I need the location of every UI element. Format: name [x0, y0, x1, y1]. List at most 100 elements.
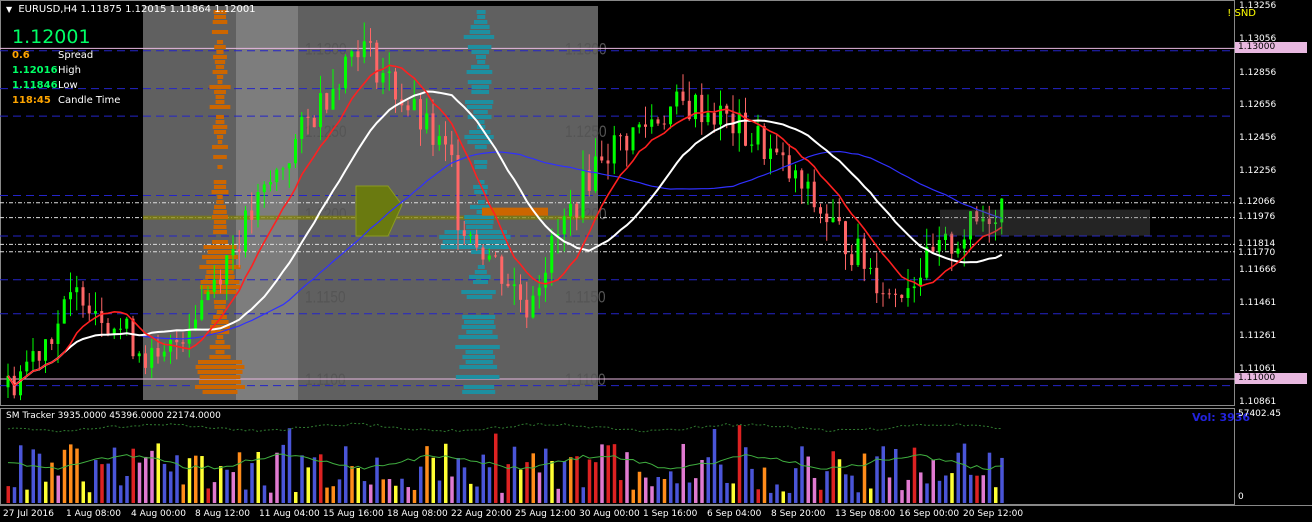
volume-bar [550, 461, 554, 503]
profile-bar-orange [215, 350, 225, 354]
profile-bar-teal [465, 350, 493, 354]
volume-bar [569, 457, 573, 503]
volume-indicator-pane[interactable]: SM Tracker 3935.0000 45396.0000 22174.00… [0, 408, 1312, 505]
candle-body [344, 56, 347, 89]
profile-bar-orange [211, 30, 229, 34]
profile-bar-orange [213, 230, 227, 234]
time-tick: 8 Sep 20:00 [771, 509, 826, 519]
candle-body [50, 339, 54, 344]
low-stat-value: 1.11846 [12, 80, 58, 91]
volume-canvas[interactable] [0, 408, 1312, 505]
profile-bar-teal [476, 10, 486, 14]
volume-bar [712, 429, 717, 503]
volume-bar [487, 467, 492, 503]
volume-bar [56, 475, 60, 503]
price-chart-canvas[interactable]: 1.1300 1.1250 1.1200 1.1150 1.1100 1.1300 1.12… [0, 0, 1312, 406]
spread-label: Spread [58, 50, 94, 61]
candle-body [462, 230, 466, 236]
time-tick: 1 Sep 16:00 [643, 509, 698, 519]
time-tick: 18 Aug 08:00 [387, 509, 448, 519]
time-tick: 22 Aug 20:00 [451, 509, 512, 519]
price-tick: 1.11666 [1239, 265, 1277, 275]
profile-bar-orange [199, 375, 241, 379]
volume-bar [212, 482, 217, 503]
candle-body [237, 249, 241, 252]
candle-body [144, 353, 147, 368]
candle-body [425, 113, 429, 130]
profile-bar-teal [455, 345, 500, 349]
profile-bar-teal [470, 25, 490, 29]
candle-body [569, 203, 572, 217]
high-stat-value: 1.12016 [12, 65, 58, 76]
candle-body [606, 160, 610, 164]
volume-bar [262, 485, 267, 503]
candle-body [306, 116, 310, 118]
collapse-triangle-icon[interactable]: ▼ [6, 5, 12, 14]
candle-body [706, 112, 710, 123]
profile-bar-teal [474, 145, 487, 149]
volume-bar [25, 489, 29, 503]
candle-body [662, 123, 666, 125]
candle-body [794, 170, 797, 179]
volume-bar [481, 454, 485, 503]
volume-bar [650, 486, 654, 503]
profile-bar-orange [209, 345, 231, 349]
profile-bar-orange [217, 140, 223, 144]
profile-bar-orange [197, 360, 243, 364]
candle-body [281, 168, 285, 170]
profile-bar-orange [212, 20, 228, 24]
volume-bar [606, 445, 610, 503]
volume-bar [237, 452, 242, 503]
profile-bar-orange [198, 380, 242, 384]
candle-body [669, 106, 672, 125]
volume-bar [725, 482, 729, 503]
candle-body [112, 328, 116, 334]
profile-bar-teal [465, 360, 493, 364]
volume-bar [312, 457, 317, 503]
volume-bar [219, 466, 223, 503]
candle-body [806, 181, 810, 189]
candle-body [94, 311, 97, 314]
profile-bar-teal [465, 100, 494, 104]
candle-body [562, 216, 566, 235]
volume-bar [50, 462, 54, 503]
candle-body [537, 287, 541, 296]
volume-bar [825, 471, 829, 503]
volume-bar [206, 488, 210, 503]
volume-bar [894, 448, 898, 503]
volume-bar [869, 488, 873, 503]
candle-body [331, 88, 335, 110]
volume-bar [394, 485, 398, 503]
candle-body [31, 351, 35, 362]
profile-bar-orange [213, 300, 227, 304]
price-axis[interactable]: 1.13256 1.13056 1.12856 1.12656 1.12456 … [1235, 0, 1312, 407]
volume-bar [875, 456, 879, 503]
candle-body [594, 156, 597, 191]
volume-bar [556, 488, 560, 503]
time-axis[interactable]: 27 Jul 2016 1 Aug 08:00 4 Aug 00:00 8 Au… [0, 505, 1312, 522]
volume-bar [194, 455, 198, 503]
candle-body [656, 119, 660, 124]
volume-bar [994, 487, 998, 503]
candle-body [387, 71, 391, 73]
volume-bar [44, 481, 48, 503]
profile-bar-teal [473, 20, 488, 24]
volume-bar [919, 472, 923, 503]
volume-bar [762, 467, 767, 503]
volume-axis-max: 57402.45 [1238, 409, 1281, 419]
candle-body [719, 105, 722, 125]
price-chart[interactable]: 1.1300 1.1250 1.1200 1.1150 1.1100 1.1300 1.12… [0, 0, 1312, 407]
volume-bar [387, 479, 392, 503]
candle-body [162, 351, 166, 357]
candle-body [525, 299, 529, 318]
close-value: 1.12001 [214, 4, 256, 15]
profile-bar-orange [216, 310, 224, 314]
profile-bar-orange [213, 225, 227, 229]
volume-bar [362, 481, 367, 503]
volume-bar [744, 447, 748, 503]
volume-bar [981, 475, 985, 503]
profile-price-label: 1.1150 [305, 288, 346, 307]
candle-body [44, 339, 47, 361]
candle-body [587, 169, 591, 191]
profile-bar-orange [212, 125, 228, 129]
